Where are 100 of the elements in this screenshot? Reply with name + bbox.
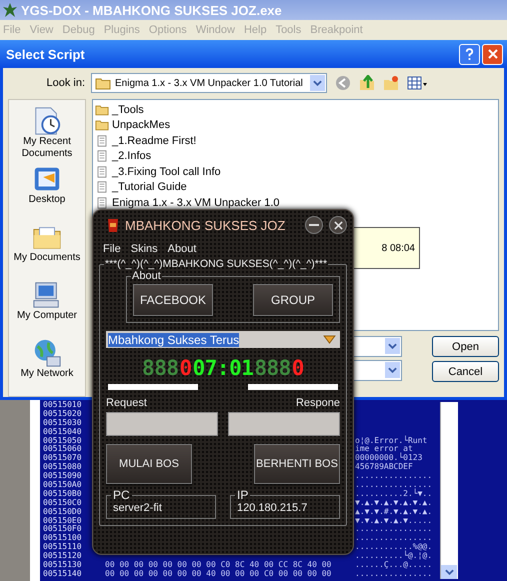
address-cell-text: 00515130	[43, 561, 83, 570]
display-digits: 07:01	[192, 355, 254, 382]
group-label: PC	[112, 488, 131, 502]
hex-bytes: 00 00 00 00 00 00 00 00 C0 8C 40 00 CC 8C 40 00	[105, 560, 332, 570]
menu-item[interactable]: Skins	[130, 243, 158, 255]
help-button[interactable]	[459, 44, 480, 64]
address-cell-text: 00515050	[43, 436, 83, 445]
address-cell-text: 00515040	[43, 428, 83, 437]
folder-icon	[95, 104, 109, 116]
field-label: Respone	[296, 397, 340, 409]
look-in-label: Look in:	[45, 77, 85, 89]
file-entry[interactable]: Enigma 1.x - 3.x VM Unpacker 1.0	[95, 195, 496, 210]
close-icon	[334, 220, 342, 230]
address-cell-text: 00515110	[43, 543, 83, 552]
menu-item[interactable]: File	[103, 243, 121, 255]
address-cell-text: 005150A0	[43, 481, 83, 490]
ascii-text: ......Ç...@.....	[355, 560, 432, 570]
address-cell-text: 00515030	[43, 418, 83, 428]
window-title: YGS-DOX - MBAHKONG SUKSES JOZ.exe	[21, 2, 282, 18]
close-icon	[488, 49, 498, 59]
document-icon	[95, 181, 109, 194]
ip-address: 120.180.215.7	[237, 502, 308, 514]
file-entry[interactable]: _Tutorial Guide	[95, 180, 496, 195]
pc-name: server2-fit	[113, 502, 162, 514]
dialog-button[interactable]: Cancel	[432, 361, 499, 382]
place-label: My Documents	[12, 252, 82, 264]
document-icon	[95, 166, 109, 178]
ascii-text: ..........└@.¦@.	[355, 551, 432, 560]
folder-icon	[95, 119, 109, 132]
menu-item[interactable]: About	[168, 243, 196, 255]
globe-computer-icon	[32, 338, 62, 368]
file-name: _2.Infos	[112, 150, 152, 162]
ascii-text: ............%@@.	[355, 542, 432, 552]
address-cell-text: 00515070	[43, 454, 83, 463]
group-label: About	[131, 270, 162, 282]
ascii-text: o¦@.Error.└Runt	[355, 436, 428, 445]
address-cell-text: 00515020	[43, 410, 83, 419]
place-label: My Recent Documents	[20, 136, 74, 160]
look-in-value: Enigma 1.x - 3.x VM Unpacker 1.0 Tutorial	[115, 78, 303, 88]
link-button[interactable]: GROUP	[253, 284, 333, 316]
ascii-text: ▲.▼.▼.#.▼.▲.▼.▲.	[355, 506, 432, 516]
ascii-text: ime error at	[355, 444, 413, 454]
place-item[interactable]: My Computer	[9, 280, 85, 338]
address-cell-text: 00515060	[43, 445, 83, 454]
address-cell-text: 00515080	[43, 463, 83, 472]
address-cell-text: 005150E0	[43, 516, 83, 525]
ascii-text: ▼.▲.▼.▲.▼.▲.▼.▲.	[355, 498, 432, 507]
address-cell-text: 005150D0	[43, 508, 83, 517]
file-name: _Tutorial Guide	[112, 181, 187, 194]
file-entry[interactable]: _Tools	[95, 102, 496, 118]
place-label: My Network	[20, 368, 74, 380]
address-cell-text: 00515010	[43, 401, 83, 410]
file-name: UnpackMes	[112, 119, 170, 132]
profile-dropdown[interactable]: Mbahkong Sukses Terus	[106, 331, 340, 348]
close-button[interactable]	[329, 216, 347, 234]
display-digits: 0	[179, 355, 192, 382]
response-field[interactable]	[228, 412, 340, 436]
link-button[interactable]: FACEBOOK	[133, 284, 213, 316]
dialog-button[interactable]: Open	[432, 336, 499, 357]
scrollbar[interactable]	[440, 402, 458, 579]
window-title: MBAHKONG SUKSES JOZ	[125, 218, 286, 232]
action-button[interactable]: MULAI BOS	[106, 444, 192, 484]
place-label: Desktop	[28, 194, 66, 206]
address-cell-text: 00515120	[43, 552, 83, 561]
action-button[interactable]: BERHENTI BOS	[254, 444, 340, 484]
file-entry[interactable]: _1.Readme First!	[95, 133, 496, 148]
dropdown-value: Mbahkong Sukses Terus	[108, 332, 240, 346]
ascii-text: ................	[355, 568, 432, 578]
minimize-button[interactable]	[305, 216, 323, 234]
address-cell-text: 005150C0	[43, 498, 83, 508]
up-folder-icon[interactable]	[359, 75, 375, 91]
view-menu-icon[interactable]	[407, 75, 429, 91]
request-field[interactable]	[106, 412, 218, 436]
ascii-text: 456789ABCDEF	[355, 462, 413, 472]
display-digits: 888	[254, 355, 291, 382]
place-item[interactable]: My Documents	[9, 222, 85, 280]
place-item[interactable]: Desktop	[9, 164, 85, 222]
file-entry[interactable]: _3.Fixing Tool call Info	[95, 164, 496, 180]
scroll-down-icon[interactable]	[441, 565, 457, 579]
address-cell-text: 00515090	[43, 472, 83, 481]
question-icon	[465, 48, 474, 60]
file-entry[interactable]: _2.Infos	[95, 148, 496, 164]
file-name: _Tools	[112, 104, 144, 116]
new-folder-icon[interactable]	[383, 75, 399, 91]
group-label: IP	[236, 488, 250, 502]
file-name: Enigma 1.x - 3.x VM Unpacker 1.0	[112, 196, 280, 209]
folder-icon	[95, 76, 111, 90]
place-item[interactable]: My Network	[9, 338, 85, 396]
back-icon[interactable]	[335, 75, 351, 91]
document-icon	[95, 150, 109, 162]
file-name: _3.Fixing Tool call Info	[112, 166, 221, 178]
ascii-text: ..........2.└▼..	[355, 488, 432, 498]
field-label: Request	[106, 397, 147, 409]
cup-icon	[107, 217, 119, 233]
display-digits: 888	[142, 355, 178, 382]
look-in-dropdown[interactable]: Enigma 1.x - 3.x VM Unpacker 1.0 Tutorial	[91, 73, 327, 93]
hex-bytes: 00 00 00 00 00 00 00 40 00 00 00 C0 00 00 00 00	[105, 568, 332, 578]
file-entry[interactable]: UnpackMes	[95, 118, 496, 133]
place-item[interactable]: My Recent Documents	[9, 106, 85, 164]
document-icon	[95, 196, 109, 209]
